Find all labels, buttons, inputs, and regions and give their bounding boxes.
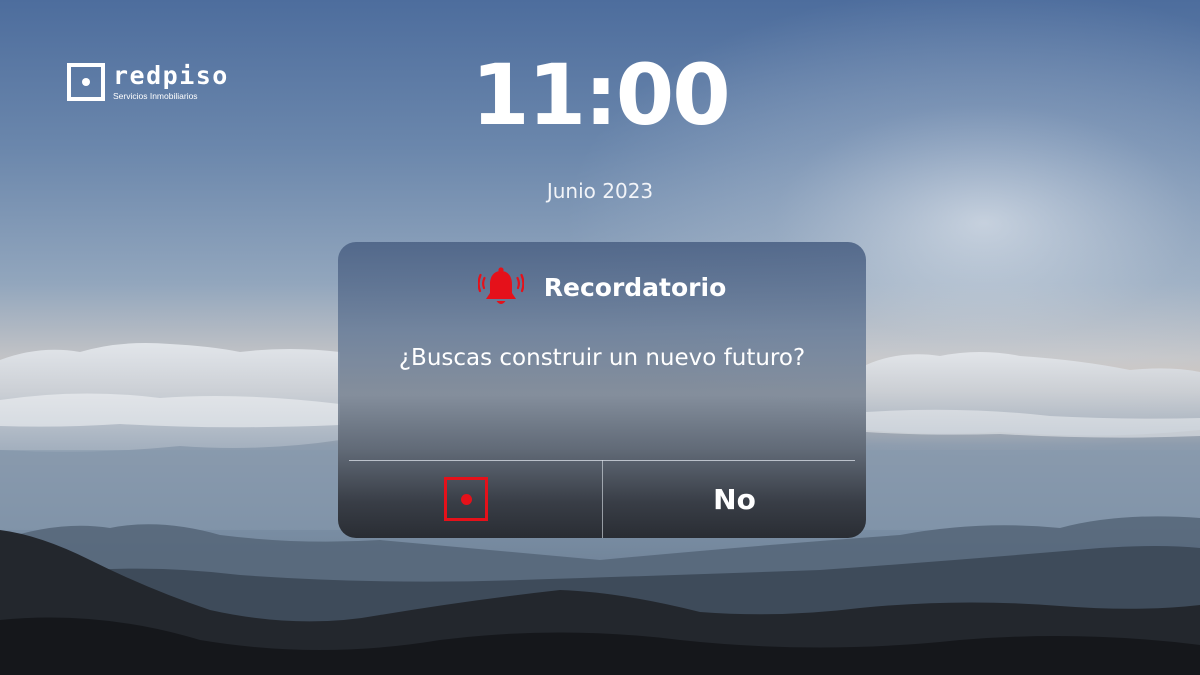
dialog-message: ¿Buscas construir un nuevo futuro? [398, 345, 806, 371]
reminder-dialog: Recordatorio ¿Buscas construir un nuevo … [338, 242, 866, 538]
dialog-title: Recordatorio [543, 272, 727, 302]
no-button[interactable]: No [603, 461, 866, 538]
lockscreen-date: Junio 2023 [546, 179, 654, 203]
record-button[interactable] [338, 461, 602, 538]
lockscreen-time: 11:00 [471, 46, 730, 144]
record-dot [460, 493, 472, 505]
record-icon [444, 477, 488, 521]
dialog-header: Recordatorio [338, 262, 866, 312]
bell-ringing-icon [477, 267, 524, 304]
